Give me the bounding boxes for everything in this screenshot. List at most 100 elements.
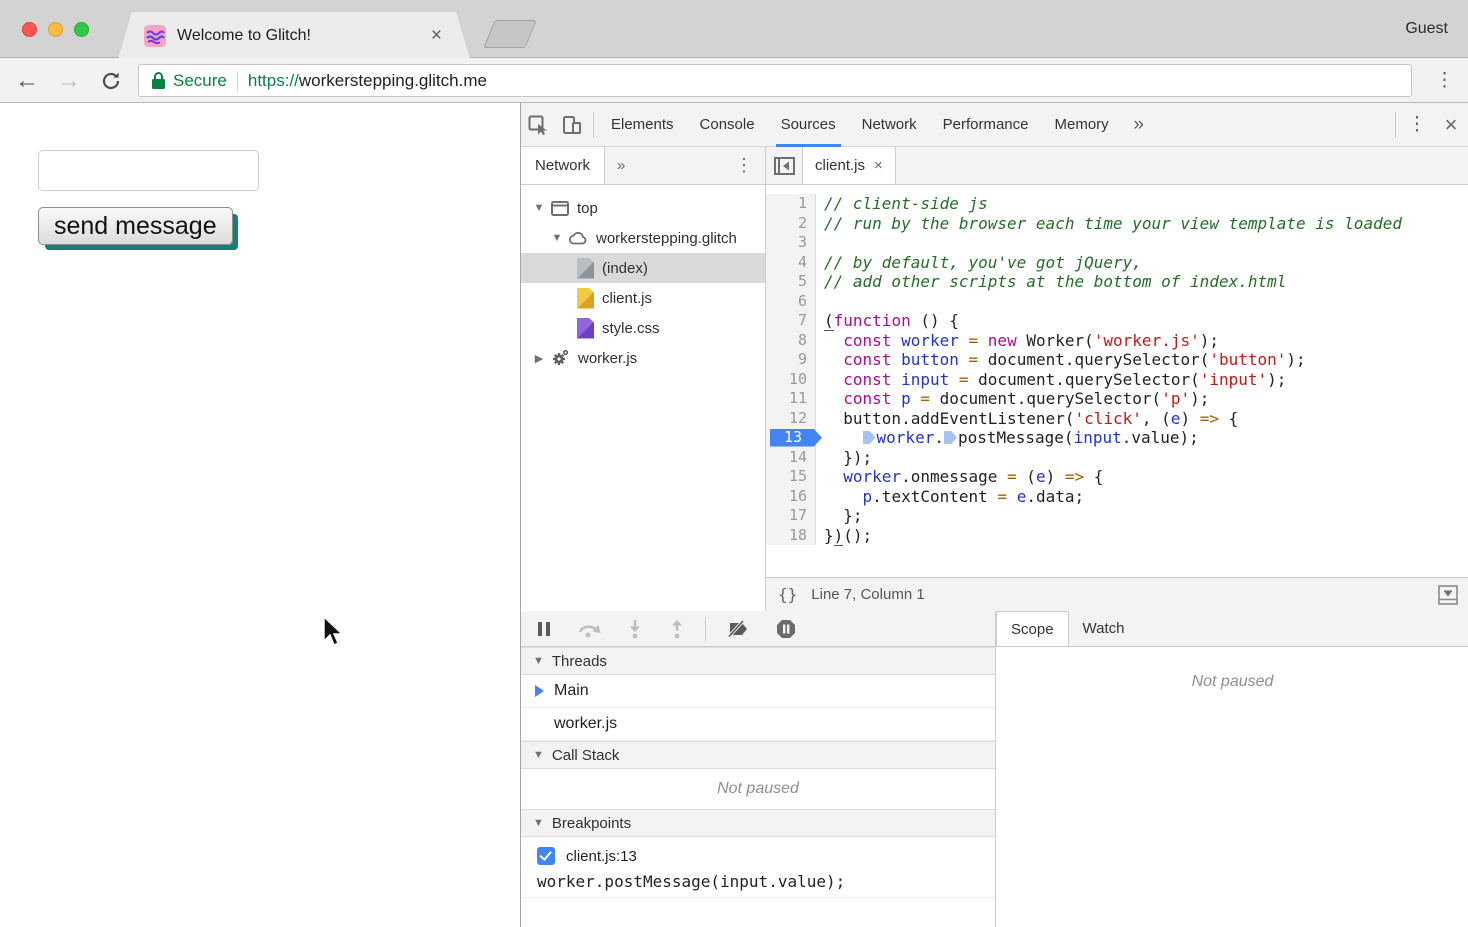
line-code[interactable]: }; bbox=[816, 506, 863, 526]
thread-worker-js[interactable]: worker.js bbox=[521, 708, 995, 741]
tree-item-index[interactable]: (index) bbox=[521, 253, 765, 283]
line-number[interactable]: 18 bbox=[766, 526, 816, 546]
tab-close-icon[interactable]: × bbox=[429, 25, 444, 47]
editor-tab-client-js[interactable]: client.js × bbox=[802, 147, 896, 184]
devtools-menu-kebab-icon[interactable]: ⋮ bbox=[1400, 103, 1434, 147]
line-code[interactable]: (function () { bbox=[816, 311, 959, 331]
line-code[interactable] bbox=[816, 292, 824, 312]
line-number[interactable]: 4 bbox=[766, 253, 816, 273]
line-number[interactable]: 10 bbox=[766, 370, 816, 390]
line-number[interactable]: 11 bbox=[766, 389, 816, 409]
line-number[interactable]: 9 bbox=[766, 350, 816, 370]
tree-item-origin[interactable]: ▼ workerstepping.glitch bbox=[521, 223, 765, 253]
threads-section-header[interactable]: ▼ Threads bbox=[521, 647, 995, 675]
line-code[interactable]: // by default, you've got jQuery, bbox=[816, 253, 1142, 273]
tree-label: style.css bbox=[602, 320, 660, 337]
tab-scope[interactable]: Scope bbox=[996, 611, 1069, 646]
line-number[interactable]: 12 bbox=[766, 409, 816, 429]
browser-tab[interactable]: Welcome to Glitch! × bbox=[118, 12, 470, 59]
window-minimize-button[interactable] bbox=[48, 22, 63, 37]
forward-button[interactable]: → bbox=[52, 58, 86, 103]
breakpoint-marker[interactable]: 13 bbox=[770, 429, 822, 447]
line-code[interactable]: })(); bbox=[816, 526, 872, 546]
expand-arrow-icon[interactable]: ▼ bbox=[549, 232, 565, 244]
navigator-more-tabs-chevron-icon[interactable]: » bbox=[605, 157, 637, 174]
address-bar[interactable]: Secure https://workerstepping.glitch.me bbox=[138, 64, 1412, 97]
tab-elements[interactable]: Elements bbox=[598, 103, 687, 147]
line-code[interactable]: const button = document.querySelector('b… bbox=[816, 350, 1306, 370]
collapse-navigator-button[interactable] bbox=[766, 147, 802, 185]
collapse-arrow-icon[interactable]: ▶ bbox=[531, 352, 547, 365]
breakpoint-entry[interactable]: client.js:13 worker.postMessage(input.va… bbox=[521, 837, 995, 898]
thread-main[interactable]: Main bbox=[521, 675, 995, 708]
send-message-button[interactable]: send message bbox=[38, 207, 233, 245]
line-number[interactable]: 3 bbox=[766, 233, 816, 253]
guest-profile-label[interactable]: Guest bbox=[1405, 0, 1448, 58]
tree-item-client-js[interactable]: client.js bbox=[521, 283, 765, 313]
line-number[interactable]: 5 bbox=[766, 272, 816, 292]
reload-button[interactable] bbox=[94, 58, 128, 103]
navigator-tab-network[interactable]: Network bbox=[521, 147, 605, 184]
pretty-print-icon[interactable]: {} bbox=[766, 585, 811, 604]
line-number[interactable]: 2 bbox=[766, 214, 816, 234]
message-input[interactable] bbox=[38, 150, 259, 191]
more-panels-chevron-icon[interactable]: » bbox=[1122, 103, 1156, 147]
tree-item-worker-js[interactable]: ▶ worker.js bbox=[521, 343, 765, 373]
line-number[interactable]: 6 bbox=[766, 292, 816, 312]
line-number[interactable]: 8 bbox=[766, 331, 816, 351]
line-code[interactable]: worker.postMessage(input.value); bbox=[816, 428, 1199, 448]
line-code[interactable]: // client-side js bbox=[816, 194, 988, 214]
line-number[interactable]: 15 bbox=[766, 467, 816, 487]
line-code[interactable]: const worker = new Worker('worker.js'); bbox=[816, 331, 1219, 351]
line-number[interactable]: 7 bbox=[766, 311, 816, 331]
tab-sources[interactable]: Sources bbox=[768, 103, 849, 147]
tab-console[interactable]: Console bbox=[687, 103, 768, 147]
devtools-close-icon[interactable]: × bbox=[1434, 103, 1468, 147]
inspect-element-button[interactable] bbox=[521, 103, 555, 147]
line-number[interactable]: 1 bbox=[766, 194, 816, 214]
editor-tab-close-icon[interactable]: × bbox=[874, 157, 883, 174]
tree-item-top[interactable]: ▼ top bbox=[521, 193, 765, 223]
inline-breakpoint-marker-icon[interactable] bbox=[863, 431, 876, 444]
line-code[interactable]: button.addEventListener('click', (e) => … bbox=[816, 409, 1238, 429]
pause-on-exceptions-button[interactable] bbox=[776, 619, 796, 639]
code-editor[interactable]: 1// client-side js2// run by the browser… bbox=[766, 185, 1468, 577]
tree-item-style-css[interactable]: style.css bbox=[521, 313, 765, 343]
line-code[interactable]: const input = document.querySelector('in… bbox=[816, 370, 1286, 390]
step-into-button[interactable] bbox=[627, 619, 643, 639]
breakpoint-checkbox[interactable] bbox=[537, 847, 555, 865]
tab-performance[interactable]: Performance bbox=[930, 103, 1042, 147]
navigator-kebab-icon[interactable]: ⋮ bbox=[723, 155, 765, 176]
device-toolbar-button[interactable] bbox=[555, 103, 589, 147]
back-button[interactable]: ← bbox=[10, 58, 44, 103]
breakpoint-code-snippet[interactable]: worker.postMessage(input.value); bbox=[537, 872, 995, 891]
line-code[interactable] bbox=[816, 233, 824, 253]
tab-memory[interactable]: Memory bbox=[1042, 103, 1122, 147]
new-tab-button[interactable] bbox=[483, 20, 536, 48]
call-stack-section-header[interactable]: ▼ Call Stack bbox=[521, 741, 995, 769]
tab-network[interactable]: Network bbox=[849, 103, 930, 147]
expand-arrow-icon[interactable]: ▼ bbox=[531, 202, 547, 214]
line-number[interactable]: 14 bbox=[766, 448, 816, 468]
pause-script-button[interactable] bbox=[537, 621, 551, 637]
line-code[interactable]: // add other scripts at the bottom of in… bbox=[816, 272, 1286, 292]
browser-menu-kebab-icon[interactable]: ⋮ bbox=[1435, 58, 1454, 103]
line-number[interactable]: 17 bbox=[766, 506, 816, 526]
line-code[interactable]: // run by the browser each time your vie… bbox=[816, 214, 1402, 234]
line-code[interactable]: p.textContent = e.data; bbox=[816, 487, 1084, 507]
deactivate-breakpoints-button[interactable] bbox=[726, 620, 750, 638]
step-over-button[interactable] bbox=[577, 620, 601, 638]
line-code[interactable]: worker.onmessage = (e) => { bbox=[816, 467, 1103, 487]
step-out-button[interactable] bbox=[669, 619, 685, 639]
inline-breakpoint-marker-icon[interactable] bbox=[944, 431, 957, 444]
line-number[interactable]: 16 bbox=[766, 487, 816, 507]
breakpoints-section-header[interactable]: ▼ Breakpoints bbox=[521, 809, 995, 837]
url-text[interactable]: https://workerstepping.glitch.me bbox=[248, 71, 487, 91]
line-code[interactable]: const p = document.querySelector('p'); bbox=[816, 389, 1209, 409]
window-zoom-button[interactable] bbox=[74, 22, 89, 37]
tab-watch[interactable]: Watch bbox=[1069, 611, 1139, 646]
window-close-button[interactable] bbox=[22, 22, 37, 37]
line-code[interactable]: }); bbox=[816, 448, 872, 468]
breakpoint-line-number[interactable]: 13 bbox=[766, 428, 816, 448]
show-drawer-button[interactable] bbox=[1437, 584, 1459, 606]
